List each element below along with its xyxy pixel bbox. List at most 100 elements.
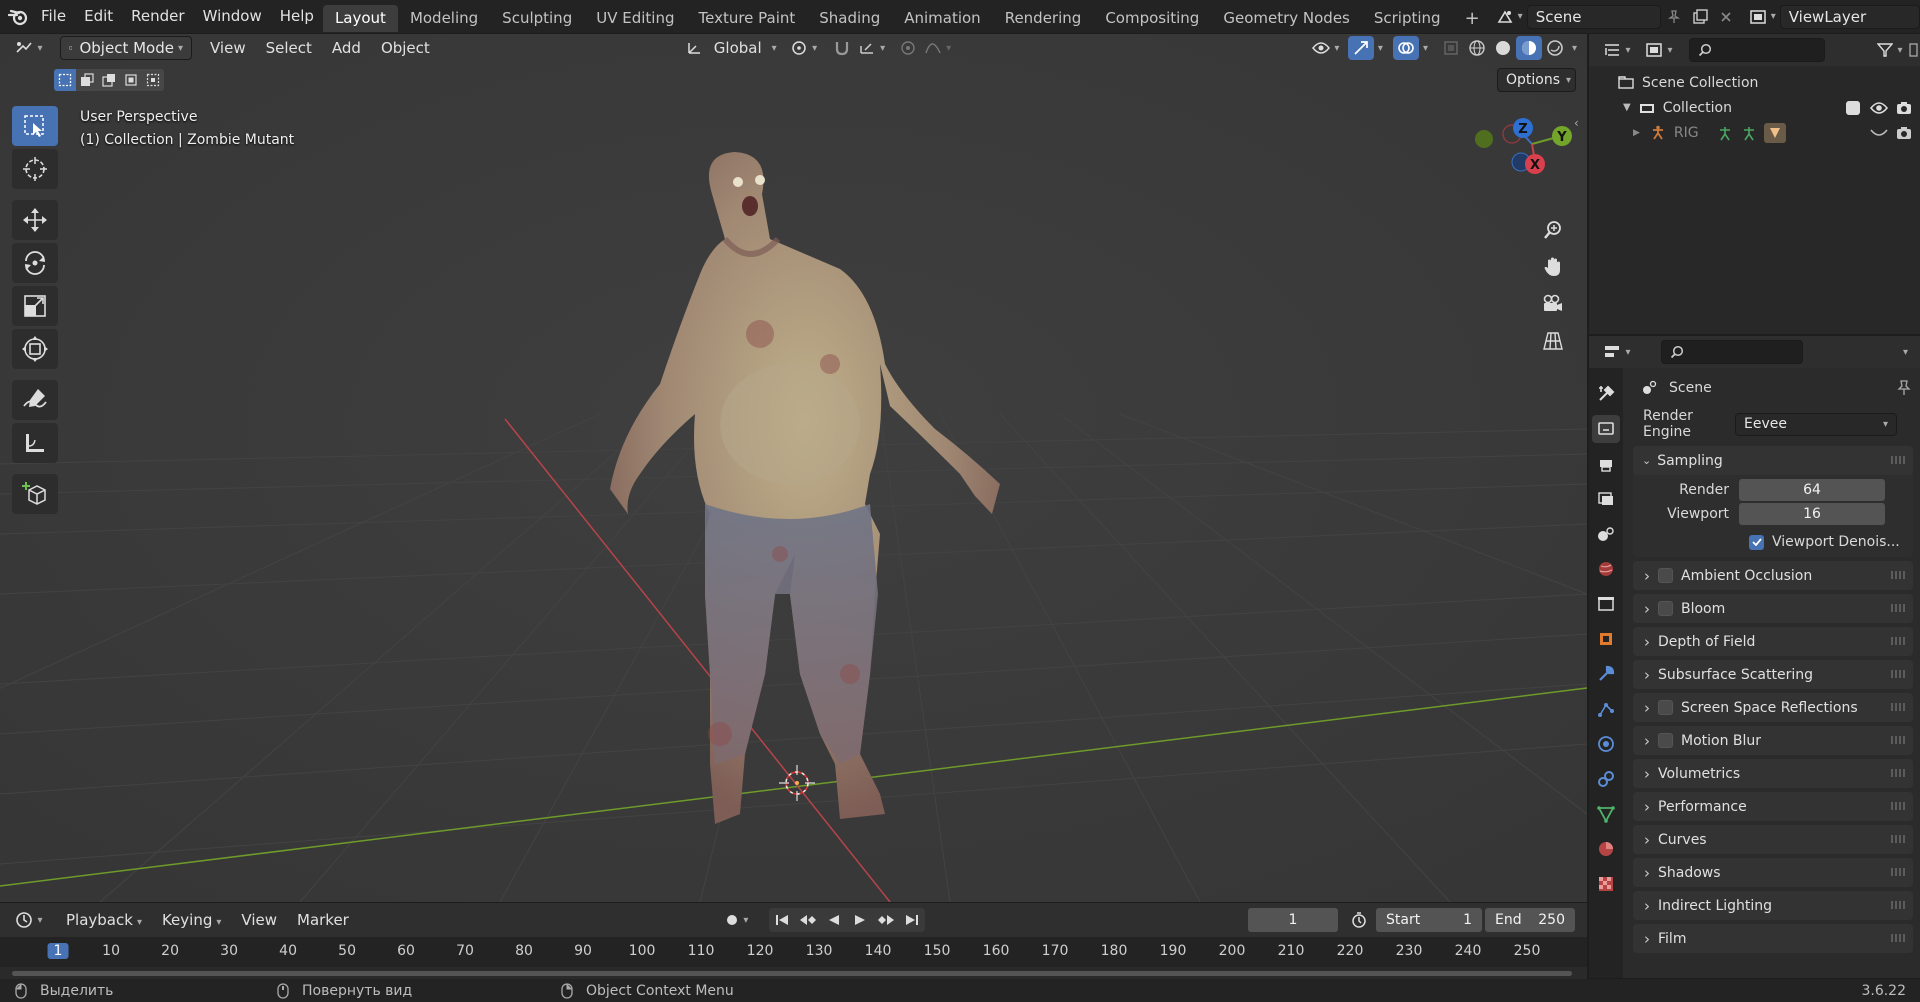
drag-handle-icon[interactable]: [1891, 571, 1905, 579]
timeline-menu-marker[interactable]: Marker: [287, 911, 359, 929]
menu-file[interactable]: File: [32, 0, 75, 33]
jump-start-icon[interactable]: [769, 908, 795, 932]
snap-target-icon[interactable]: ▾: [855, 36, 889, 60]
timeline-scrollbar[interactable]: [12, 971, 1572, 976]
drag-handle-icon[interactable]: [1891, 637, 1905, 645]
sampling-panel-header[interactable]: ⌄ Sampling: [1633, 446, 1913, 475]
viewport-menu-add[interactable]: Add: [322, 39, 371, 57]
tab-view-layer-icon[interactable]: [1592, 485, 1620, 513]
outliner-search-input[interactable]: [1689, 38, 1825, 62]
display-mode-icon[interactable]: ▾: [1641, 38, 1677, 62]
editor-type-icon[interactable]: ▾: [12, 36, 46, 60]
pin-icon[interactable]: [1897, 380, 1911, 396]
tab-uv-editing[interactable]: UV Editing: [584, 5, 686, 32]
panel-bloom[interactable]: › Bloom: [1633, 594, 1913, 623]
solid-shading-icon[interactable]: [1490, 36, 1516, 60]
gizmo-toggle-icon[interactable]: [1347, 36, 1374, 60]
render-samples-field[interactable]: 64: [1739, 479, 1885, 501]
add-workspace-button[interactable]: +: [1453, 5, 1492, 32]
drag-handle-icon[interactable]: [1891, 934, 1905, 942]
rig-row[interactable]: ▶ RIG: [1589, 120, 1920, 145]
overlays-dropdown[interactable]: ▾: [1423, 43, 1428, 54]
sidebar-toggle-icon[interactable]: ‹: [1574, 116, 1579, 130]
blender-logo-icon[interactable]: [8, 5, 28, 29]
tab-output-icon[interactable]: [1592, 450, 1620, 478]
tab-constraints-icon[interactable]: [1592, 765, 1620, 793]
tab-shading[interactable]: Shading: [807, 5, 892, 32]
timeline-menu-keying[interactable]: Keying ▾: [152, 911, 231, 929]
rotate-tool[interactable]: [12, 243, 58, 283]
viewport-samples-field[interactable]: 16: [1739, 503, 1885, 525]
current-frame-field[interactable]: 1: [1248, 908, 1338, 932]
panel-performance[interactable]: › Performance: [1633, 792, 1913, 821]
viewport-denoise-checkbox[interactable]: [1749, 534, 1764, 550]
tab-render-icon[interactable]: [1592, 415, 1620, 443]
properties-editor-type-icon[interactable]: ▾: [1599, 340, 1635, 364]
tab-physics-icon[interactable]: [1592, 730, 1620, 758]
gizmo-dropdown[interactable]: ▾: [1378, 43, 1383, 54]
drag-handle-icon[interactable]: [1891, 901, 1905, 909]
play-reverse-icon[interactable]: [821, 908, 847, 932]
tab-layout[interactable]: Layout: [322, 4, 398, 32]
collapse-arrow-icon[interactable]: ▼: [1623, 102, 1631, 113]
auto-keying-icon[interactable]: ▾: [719, 908, 755, 932]
frame-start-field[interactable]: Start 1: [1376, 908, 1482, 932]
panel-indirect-lighting[interactable]: › Indirect Lighting: [1633, 891, 1913, 920]
panel-volumetrics[interactable]: › Volumetrics: [1633, 759, 1913, 788]
measure-tool[interactable]: [12, 423, 58, 463]
drag-handle-icon[interactable]: [1891, 703, 1905, 711]
select-new-icon[interactable]: [54, 69, 76, 91]
panel-enable-checkbox[interactable]: [1658, 568, 1673, 583]
eye-icon[interactable]: [1870, 101, 1888, 115]
transform-orientation-selector[interactable]: Global ▾: [686, 39, 777, 57]
prev-keyframe-icon[interactable]: [795, 908, 821, 932]
pin-icon[interactable]: [1661, 5, 1687, 29]
timeline-editor-type-icon[interactable]: ▾: [12, 908, 46, 932]
visibility-selectability-icon[interactable]: ▾: [1308, 36, 1344, 60]
scene-name-field[interactable]: Scene: [1526, 4, 1661, 29]
tab-particles-icon[interactable]: [1592, 695, 1620, 723]
menu-window[interactable]: Window: [194, 0, 271, 33]
menu-render[interactable]: Render: [122, 0, 193, 33]
drag-handle-icon[interactable]: [1891, 456, 1905, 464]
view-layer-selector[interactable]: ▾ ViewLayer: [1745, 4, 1920, 29]
panel-motion-blur[interactable]: › Motion Blur: [1633, 726, 1913, 755]
select-extend-icon[interactable]: [76, 69, 98, 91]
select-subtract-icon[interactable]: [98, 69, 120, 91]
panel-film[interactable]: › Film: [1633, 924, 1913, 953]
collection-exclude-checkbox[interactable]: [1846, 100, 1860, 115]
timeline-menu-view[interactable]: View: [231, 911, 287, 929]
new-collection-icon[interactable]: [1906, 38, 1920, 62]
tab-scene-icon[interactable]: [1592, 520, 1620, 548]
panel-depth-of-field[interactable]: › Depth of Field: [1633, 627, 1913, 656]
tab-modeling[interactable]: Modeling: [398, 5, 490, 32]
expand-arrow-icon[interactable]: ▶: [1633, 128, 1640, 138]
properties-search-input[interactable]: [1661, 340, 1803, 364]
select-invert-icon[interactable]: [120, 69, 142, 91]
tab-sculpting[interactable]: Sculpting: [490, 5, 584, 32]
3d-viewport[interactable]: ▾ Object Mode ▾ View Select Add Object Gl…: [0, 34, 1587, 902]
panel-enable-checkbox[interactable]: [1658, 601, 1673, 616]
tab-collection-icon[interactable]: [1592, 590, 1620, 618]
eye-hidden-icon[interactable]: [1870, 128, 1888, 138]
drag-handle-icon[interactable]: [1891, 604, 1905, 612]
collection-row[interactable]: ▼ Collection: [1589, 95, 1920, 120]
viewport-menu-view[interactable]: View: [200, 39, 256, 57]
rendered-shading-icon[interactable]: [1542, 36, 1568, 60]
mode-selector[interactable]: Object Mode ▾: [60, 36, 192, 60]
panel-shadows[interactable]: › Shadows: [1633, 858, 1913, 887]
tab-geometry-nodes[interactable]: Geometry Nodes: [1211, 5, 1362, 32]
frame-end-field[interactable]: End 250: [1485, 908, 1575, 932]
stopwatch-icon[interactable]: [1346, 908, 1372, 932]
tab-object-icon[interactable]: [1592, 625, 1620, 653]
camera-render-icon[interactable]: [1896, 101, 1912, 115]
scene-collection-row[interactable]: Scene Collection: [1589, 70, 1920, 95]
xray-toggle-icon[interactable]: [1438, 36, 1464, 60]
outliner-editor-type-icon[interactable]: ▾: [1599, 38, 1635, 62]
cursor-tool[interactable]: [12, 149, 58, 189]
wireframe-shading-icon[interactable]: [1464, 36, 1490, 60]
move-tool[interactable]: [12, 200, 58, 240]
panel-screen-space-reflections[interactable]: › Screen Space Reflections: [1633, 693, 1913, 722]
timeline-ruler[interactable]: 1 10 20 30 40 50 60 70 80 90 100 110 120 130 140 150 160…: [0, 937, 1587, 967]
next-keyframe-icon[interactable]: [873, 908, 899, 932]
